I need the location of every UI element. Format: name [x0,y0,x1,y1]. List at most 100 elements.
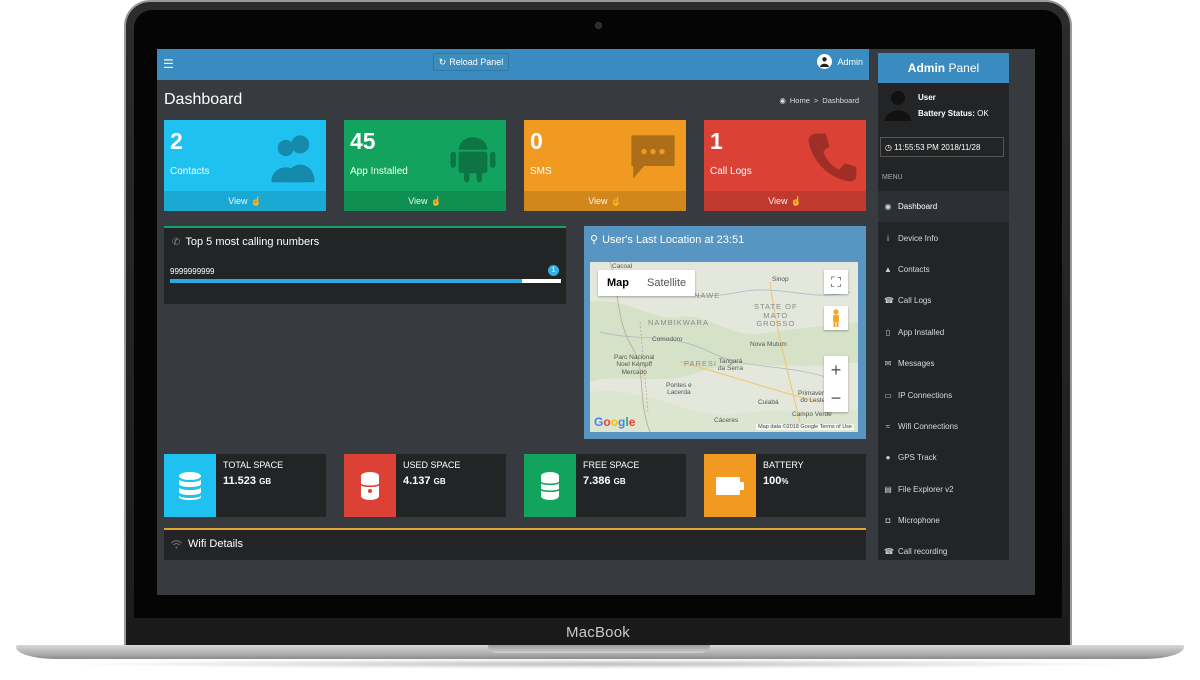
stat-box-contacts: 2 Contacts View ☝ [164,120,326,211]
dashboard-icon: ◉ [779,96,786,105]
stat-footer-label: View [408,196,428,206]
sidebar-clock: ◷ 11:55:53 PM 2018/11/28 [880,137,1004,157]
sidebar-item-label: Call recording [898,547,948,557]
pegman-icon[interactable] [824,306,848,330]
mobile-icon: ▯ [885,327,891,337]
menu-toggle-icon[interactable]: ☰ [163,57,174,71]
clock-text: 11:55:53 PM 2018/11/28 [893,142,981,152]
stat-footer-label: View [768,196,788,206]
hand-pointer-icon: ☝ [430,195,442,206]
stat-value: 45 [350,128,376,154]
call-progress-bar [170,279,561,283]
phone-icon: ☎ [884,296,894,306]
user-avatar-icon [885,91,911,121]
map-view[interactable]: Cacoal Sinop NAWE NAMBIKWARA STATE OF MA… [590,262,858,432]
database-icon [179,471,201,500]
admin-avatar-icon [817,54,833,69]
admin-user-label: Admin [837,56,863,67]
stat-view-button[interactable]: View ☝ [344,191,506,211]
info-unit: % [781,477,789,486]
database-icon [540,471,560,500]
laptop-notch [488,645,710,653]
stat-footer-label: View [228,196,248,206]
info-icon-box [344,454,396,517]
map-tab-satellite[interactable]: Satellite [638,270,695,296]
map-label: Comodoro [652,336,683,343]
google-logo: Google [594,415,635,429]
sidebar-item-device-info[interactable]: i Device Info [878,222,1009,253]
location-panel-title: ⚲ User's Last Location at 23:51 [590,233,745,247]
sidebar-item-label: Contacts [898,264,930,274]
stat-label: Call Logs [710,166,752,177]
map-label: NAWE [694,291,721,300]
sidebar-item-label: GPS Track [898,453,937,463]
wifi-panel-title: Wifi Details [171,538,243,550]
wifi-title-text: Wifi Details [188,538,244,550]
sidebar-item-contacts[interactable]: ▲ Contacts [878,254,1009,285]
sidebar-item-call-recording[interactable]: ☎ Call recording [878,536,1009,560]
info-unit: GB [259,477,272,486]
user-icon: ▲ [884,264,892,274]
calls-panel-title: ✆ Top 5 most calling numbers [172,236,319,248]
map-label: Campo Verde [792,411,832,418]
map-label: NAMBIKWARA [648,318,709,327]
sidebar-item-ip-connections[interactable]: ▭ IP Connections [878,379,1009,410]
stat-value: 1 [710,128,723,154]
sidebar-item-gps-track[interactable]: ● GPS Track [878,442,1009,473]
sidebar-item-label: Dashboard [898,202,938,212]
admin-user-menu[interactable]: Admin [817,54,863,69]
battery-status-label: Battery Status: [918,109,975,118]
hand-pointer-icon: ☝ [610,195,622,206]
zoom-out-button[interactable]: − [824,384,848,412]
info-icon-box [704,454,756,517]
sidebar-item-wifi-connections[interactable]: ≈ Wifi Connections [878,411,1009,442]
fullscreen-icon[interactable]: ⛶ [824,270,848,294]
laptop-brand: MacBook [566,624,630,641]
info-value-number: 11.523 [223,475,257,487]
camera [595,22,602,29]
map-label: Cuiabá [758,399,779,406]
sidebar-item-messages[interactable]: ✉ Messages [878,348,1009,379]
map-label: Tangará da Serra [718,358,743,373]
map-label: Nova Mutum [750,341,787,348]
hand-pointer-icon: ☝ [790,195,802,206]
battery-icon [716,476,744,495]
breadcrumb-home[interactable]: Home [790,96,810,105]
clock-icon: ◷ [885,142,892,152]
sidebar-item-app-installed[interactable]: ▯ App Installed [878,317,1009,348]
info-unit: GB [613,477,626,486]
screen: ☰ ↻ Reload Panel Admin Dashboard ◉ Home … [157,49,1035,595]
top-calling-numbers-panel: ✆ Top 5 most calling numbers 9999999999 … [164,226,566,304]
map-label: PARESI [684,359,717,368]
sidebar-item-file-explorer-v2[interactable]: ▤ File Explorer v2 [878,474,1009,505]
zoom-controls: + − [824,356,848,412]
stat-footer-label: View [588,196,608,206]
info-icon: i [887,233,889,243]
sidebar-item-dashboard[interactable]: ◉ Dashboard [878,191,1009,223]
info-label: BATTERY [763,460,804,470]
map-attribution[interactable]: Map data ©2018 Google Terms of Use [756,424,854,430]
map-label: Cáceres [714,417,739,424]
stat-view-button[interactable]: View ☝ [704,191,866,211]
stat-box-call-logs: 1 Call Logs View ☝ [704,120,866,211]
breadcrumb-current: Dashboard [822,96,859,105]
sidebar-item-call-logs[interactable]: ☎ Call Logs [878,285,1009,316]
stat-view-button[interactable]: View ☝ [524,191,686,211]
hand-pointer-icon: ☝ [250,195,262,206]
calling-number: 9999999999 [170,267,215,276]
stat-view-button[interactable]: View ☝ [164,191,326,211]
phone-icon: ☎ [884,547,894,557]
envelope-icon: ✉ [884,359,892,369]
stat-box-apps: 45 App Installed View ☝ [344,120,506,211]
zoom-in-button[interactable]: + [824,356,848,384]
info-unit: GB [433,477,446,486]
menu-header: MENU [882,174,903,181]
wifi-icon: ≈ [885,421,891,431]
info-value: 11.523 GB [223,475,271,487]
map-tab-map[interactable]: Map [598,270,638,296]
mic-icon: ◘ [885,516,891,526]
location-title-text: User's Last Location at 23:51 [602,233,745,246]
reload-panel-button[interactable]: ↻ Reload Panel [433,53,509,71]
sidebar-item-label: Wifi Connections [898,421,959,431]
sidebar-item-microphone[interactable]: ◘ Microphone [878,505,1009,536]
